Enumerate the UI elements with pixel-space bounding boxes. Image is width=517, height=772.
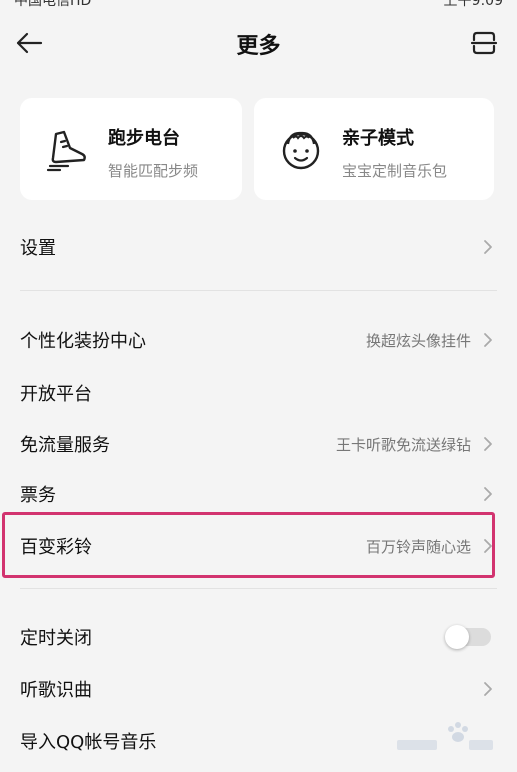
- content-area: 跑步电台 智能匹配步频 亲子模式 宝宝定制音乐包 设置 个性化装扮中心 换超炫头…: [0, 78, 517, 772]
- row-label: 个性化装扮中心: [20, 331, 146, 352]
- row-label: 开放平台: [20, 384, 92, 405]
- section-divider: [20, 290, 497, 291]
- card-title: 跑步电台: [108, 128, 180, 149]
- running-radio-card[interactable]: 跑步电台 智能匹配步频: [20, 98, 242, 200]
- carrier-label: 中国电信HD: [14, 0, 92, 8]
- row-label: 定时关闭: [20, 628, 92, 649]
- ringtone-row[interactable]: 百变彩铃 百万铃声随心选: [0, 521, 517, 571]
- chevron-right-icon: [484, 539, 492, 553]
- nav-bar: 更多: [0, 8, 517, 78]
- card-subtitle: 智能匹配步频: [108, 162, 199, 180]
- card-subtitle: 宝宝定制音乐包: [342, 162, 448, 180]
- card-title: 亲子模式: [342, 128, 414, 149]
- chevron-right-icon: [484, 682, 492, 696]
- scan-button[interactable]: [467, 26, 501, 60]
- row-value: 王卡听歌免流送绿钻: [335, 436, 471, 454]
- baby-face-icon: [282, 131, 320, 170]
- chevron-right-icon: [484, 240, 492, 254]
- free-data-service-row[interactable]: 免流量服务 王卡听歌免流送绿钻: [0, 419, 517, 469]
- chevron-right-icon: [484, 487, 492, 501]
- sleep-timer-toggle[interactable]: [445, 625, 491, 649]
- scan-icon: [470, 31, 498, 55]
- watermark-logo: [397, 722, 493, 750]
- sleep-timer-row[interactable]: 定时关闭: [0, 612, 517, 662]
- open-platform-row[interactable]: 开放平台: [0, 368, 517, 418]
- running-shoe-icon: [46, 130, 86, 172]
- section-divider: [20, 588, 497, 589]
- status-bar: 中国电信HD 上午9:09: [0, 0, 517, 8]
- row-value: 百万铃声随心选: [365, 538, 471, 556]
- parent-child-mode-card[interactable]: 亲子模式 宝宝定制音乐包: [254, 98, 494, 200]
- tickets-row[interactable]: 票务: [0, 469, 517, 519]
- row-label: 票务: [20, 485, 56, 506]
- chevron-right-icon: [484, 437, 492, 451]
- row-label: 免流量服务: [20, 435, 110, 456]
- personalize-center-row[interactable]: 个性化装扮中心 换超炫头像挂件: [0, 315, 517, 365]
- row-value: 换超炫头像挂件: [365, 332, 471, 350]
- row-label: 导入QQ帐号音乐: [20, 732, 157, 753]
- row-label: 百变彩铃: [20, 537, 92, 558]
- row-label: 听歌识曲: [20, 680, 92, 701]
- chevron-right-icon: [484, 333, 492, 347]
- row-label: 设置: [20, 238, 56, 259]
- status-time: 上午9:09: [443, 0, 503, 8]
- song-recognition-row[interactable]: 听歌识曲: [0, 664, 517, 714]
- toggle-knob: [445, 625, 469, 649]
- settings-row[interactable]: 设置: [0, 222, 517, 272]
- page-title: 更多: [236, 34, 281, 59]
